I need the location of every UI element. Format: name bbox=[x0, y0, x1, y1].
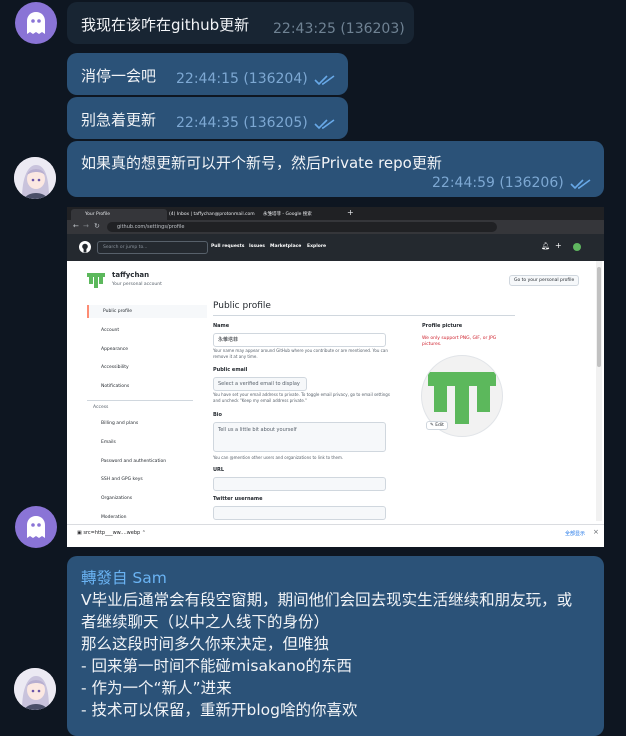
email-select[interactable]: Select a verified email to display bbox=[213, 377, 307, 391]
sidebar-organizations[interactable]: Organizations bbox=[87, 492, 205, 505]
github-logo-icon[interactable] bbox=[79, 241, 91, 253]
anime-avatar[interactable] bbox=[14, 668, 56, 710]
name-label: Name bbox=[213, 323, 230, 329]
url-field[interactable]: github.com/settings/profile bbox=[107, 222, 497, 232]
github-search-input[interactable]: Search or jump to... bbox=[97, 241, 208, 254]
nav-pull-requests[interactable]: Pull requests bbox=[211, 244, 244, 249]
forward-line: 那么这段时间多久你来决定，但唯独 bbox=[81, 635, 330, 653]
download-bar: ▣ src=http___ww....webp ⌃ 全部显示 × bbox=[67, 524, 604, 547]
forward-arrow-icon[interactable]: → bbox=[83, 222, 89, 230]
read-checkmarks-icon bbox=[570, 179, 591, 190]
name-field[interactable]: 永雏塔菲 bbox=[213, 333, 386, 347]
nav-explore[interactable]: Explore bbox=[307, 244, 326, 249]
email-label: Public email bbox=[213, 367, 248, 373]
ghost-icon bbox=[27, 516, 45, 538]
close-icon[interactable]: × bbox=[593, 528, 599, 536]
bio-note: You can @mention other users and organiz… bbox=[213, 455, 344, 460]
sidebar-notifications[interactable]: Notifications bbox=[87, 380, 205, 393]
user-identicon bbox=[87, 270, 105, 288]
read-checkmarks-icon bbox=[314, 119, 335, 130]
ghost-avatar[interactable] bbox=[15, 506, 57, 548]
sidebar-public-profile[interactable]: Public profile bbox=[87, 305, 207, 318]
sidebar-billing[interactable]: Billing and plans bbox=[87, 417, 205, 430]
picture-note: We only support PNG, GIF, or JPG picture… bbox=[422, 336, 497, 347]
name-note: Your name may appear around GitHub where… bbox=[213, 348, 388, 359]
message-time: 22:43:25 (136203) bbox=[273, 21, 405, 37]
url-field[interactable] bbox=[213, 477, 386, 491]
message-time: 22:44:15 (136204) bbox=[176, 71, 308, 87]
forward-line: - 回来第一时间不能碰misakano的东西 bbox=[81, 657, 353, 675]
address-bar: ← → ↻ github.com/settings/profile bbox=[67, 220, 604, 234]
nav-issues[interactable]: Issues bbox=[249, 244, 265, 249]
message-bubble[interactable]: 别急着更新 22:44:35 (136205) bbox=[67, 97, 348, 139]
sidebar-accessibility[interactable]: Accessibility bbox=[87, 361, 205, 374]
message-bubble[interactable]: 如果真的想更新可以开个新号，然后Private repo更新 22:44:59 … bbox=[67, 141, 604, 197]
sidebar-appearance[interactable]: Appearance bbox=[87, 343, 205, 356]
reload-icon[interactable]: ↻ bbox=[94, 222, 100, 230]
browser-tabbar: Your Profile (4) Inbox | taffychan@proto… bbox=[67, 207, 604, 220]
new-tab-icon[interactable]: + bbox=[347, 208, 354, 217]
browser-tab[interactable]: Your Profile bbox=[71, 209, 167, 220]
message-text: 我现在该咋在github更新 bbox=[81, 16, 250, 34]
sidebar-divider bbox=[87, 400, 193, 401]
url-label: URL bbox=[213, 467, 225, 473]
message-bubble[interactable]: 我现在该咋在github更新 22:43:25 (136203) bbox=[67, 2, 414, 44]
heading-divider bbox=[213, 315, 515, 316]
forwarded-message[interactable]: 轉發自 Sam V毕业后通常会有段空窗期，期间他们会回去现实生活继续和朋友玩，或… bbox=[67, 556, 604, 736]
user-subtitle: Your personal account bbox=[112, 282, 162, 287]
show-all-link[interactable]: 全部显示 bbox=[565, 530, 585, 537]
go-profile-button[interactable]: Go to your personal profile bbox=[509, 275, 580, 286]
browser-tab[interactable]: (4) Inbox | taffychan@protonmail.com bbox=[155, 209, 261, 220]
forward-line: V毕业后通常会有段空窗期，期间他们会回去现实生活继续和朋友玩，或 bbox=[81, 591, 573, 609]
nav-marketplace[interactable]: Marketplace bbox=[270, 244, 301, 249]
sidebar-password[interactable]: Password and authentication bbox=[87, 455, 205, 468]
back-arrow-icon[interactable]: ← bbox=[73, 222, 79, 230]
page-heading: Public profile bbox=[213, 301, 271, 311]
twitter-label: Twitter username bbox=[213, 496, 263, 502]
twitter-field[interactable] bbox=[213, 506, 386, 520]
email-note: You have set your email address to priva… bbox=[213, 392, 390, 403]
edit-picture-button[interactable]: ✎ Edit bbox=[426, 421, 448, 430]
forward-line: - 作为一个“新人”进来 bbox=[81, 679, 232, 697]
plus-icon[interactable]: + bbox=[555, 241, 562, 250]
message-time: 22:44:35 (136205) bbox=[176, 115, 308, 131]
message-time: 22:44:59 (136206) bbox=[432, 175, 564, 191]
github-header: Search or jump to... Pull requests Issue… bbox=[67, 234, 604, 261]
bio-label: Bio bbox=[213, 412, 222, 418]
ghost-avatar[interactable] bbox=[15, 2, 57, 44]
browser-tab[interactable]: 永雏塔菲 - Google 搜索 bbox=[249, 209, 355, 220]
sidebar-ssh-keys[interactable]: SSH and GPG keys bbox=[87, 473, 205, 486]
forward-line: - 技术可以保留，重新开blog啥的你喜欢 bbox=[81, 701, 358, 719]
ghost-icon bbox=[27, 12, 45, 34]
scrollbar[interactable] bbox=[596, 261, 602, 521]
sidebar-moderation[interactable]: Moderation bbox=[87, 511, 205, 524]
bio-field[interactable]: Tell us a little bit about yourself bbox=[213, 422, 386, 452]
access-heading: Access bbox=[93, 405, 109, 410]
sidebar-emails[interactable]: Emails bbox=[87, 436, 205, 449]
message-text: 如果真的想更新可以开个新号，然后Private repo更新 bbox=[81, 154, 442, 172]
anime-avatar[interactable] bbox=[14, 157, 56, 199]
picture-label: Profile picture bbox=[422, 323, 463, 329]
forward-header[interactable]: 轉發自 Sam bbox=[81, 566, 167, 588]
message-text: 别急着更新 bbox=[81, 111, 157, 129]
forward-line: 者继续聊天（以中之人线下的身份） bbox=[81, 613, 330, 631]
user-avatar-icon[interactable] bbox=[573, 243, 581, 251]
message-text: 消停一会吧 bbox=[81, 67, 157, 85]
bell-icon[interactable]: 🔔︎ bbox=[541, 242, 550, 250]
sidebar-account[interactable]: Account bbox=[87, 324, 205, 337]
character-icon bbox=[14, 668, 56, 710]
download-item[interactable]: ▣ src=http___ww....webp ⌃ bbox=[77, 530, 146, 536]
message-bubble[interactable]: 消停一会吧 22:44:15 (136204) bbox=[67, 53, 348, 95]
screenshot-image[interactable]: Your Profile (4) Inbox | taffychan@proto… bbox=[67, 207, 604, 546]
read-checkmarks-icon bbox=[314, 75, 335, 86]
user-name[interactable]: taffychan bbox=[112, 271, 149, 279]
character-icon bbox=[14, 157, 56, 199]
